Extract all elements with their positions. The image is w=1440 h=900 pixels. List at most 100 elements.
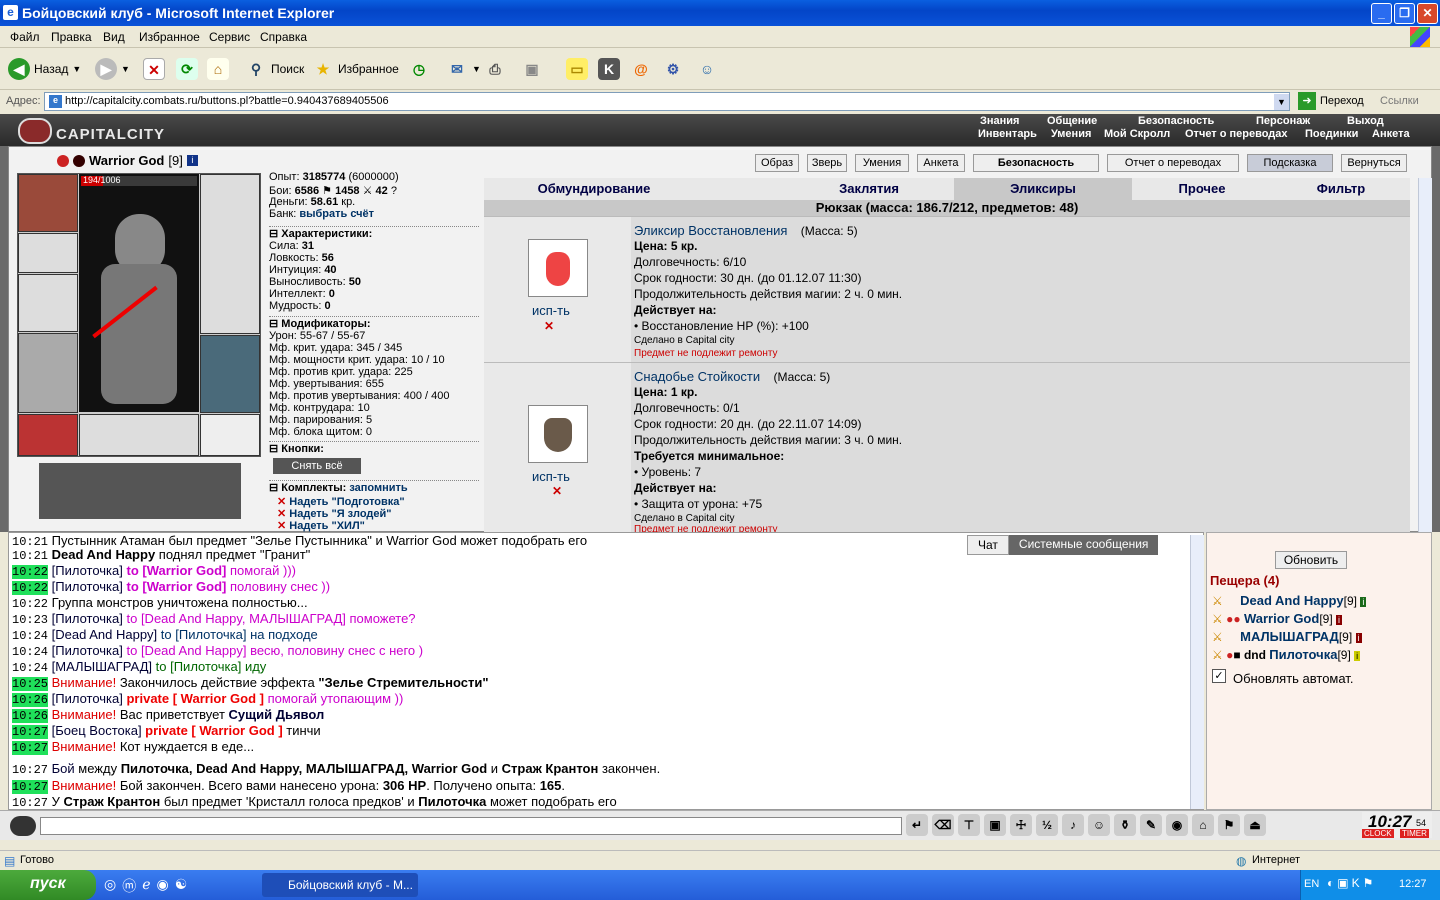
nav-character[interactable]: Персонаж	[1256, 115, 1310, 127]
tab-chat[interactable]: Чат	[967, 535, 1009, 555]
mail-icon[interactable]: ✉	[446, 58, 468, 80]
favorites-button[interactable]: ★ Избранное	[312, 58, 399, 80]
ie-quick-icon[interactable]: ℯ	[142, 876, 150, 896]
nav-social[interactable]: Общение	[1047, 115, 1097, 127]
menu-file[interactable]: Файл	[10, 30, 40, 44]
minimize-button[interactable]: _	[1371, 3, 1392, 24]
note-icon[interactable]: ▭	[566, 58, 588, 80]
remember-link[interactable]: запомнить	[349, 482, 407, 494]
bag-icon[interactable]: ⚱	[1114, 814, 1136, 836]
edit-icon[interactable]: ▣	[521, 58, 543, 80]
user-row[interactable]: ⚔ МАЛЫШАГРАД[9] i	[1212, 629, 1362, 644]
scroll-icon[interactable]: ✎	[1140, 814, 1162, 836]
tab-equipment[interactable]: Обмундирование	[484, 178, 704, 200]
image-button[interactable]: Образ	[755, 154, 799, 172]
user-row[interactable]: ⚔ ●■ dnd Пилоточка[9] i	[1212, 647, 1361, 662]
lock-icon[interactable]: ⌂	[1192, 814, 1214, 836]
user-row[interactable]: ⚔ ●● Warrior God[9] i	[1212, 611, 1342, 626]
nav-security[interactable]: Безопасность	[1138, 115, 1214, 127]
security-button[interactable]: Безопасность	[973, 154, 1099, 172]
belt-slot[interactable]	[18, 414, 78, 456]
quick-launch-2-icon[interactable]: ⓜ	[122, 876, 136, 896]
nav-skills[interactable]: Умения	[1051, 128, 1091, 140]
refresh-button[interactable]: Обновить	[1275, 551, 1347, 569]
item-name[interactable]: Снадобье Стойкости	[634, 369, 760, 384]
spell-slots[interactable]	[39, 463, 241, 519]
chat-input[interactable]	[40, 817, 902, 835]
menu-edit[interactable]: Правка	[51, 30, 92, 44]
music-icon[interactable]: ♪	[1062, 814, 1084, 836]
boots-slot[interactable]	[200, 414, 260, 456]
armor-slot[interactable]	[200, 335, 260, 413]
weapon-slot[interactable]	[18, 274, 78, 332]
nav-fights[interactable]: Поединки	[1305, 128, 1358, 140]
k-icon[interactable]: K	[598, 58, 620, 80]
address-dropdown-icon[interactable]: ▼	[1274, 94, 1289, 110]
skills-button[interactable]: Умения	[855, 154, 909, 172]
flag-icon[interactable]: ⚑	[1218, 814, 1240, 836]
eraser-icon[interactable]: ⌫	[932, 814, 954, 836]
chars-header[interactable]: ⊟ Характеристики:	[269, 226, 479, 240]
profile-button[interactable]: Анкета	[917, 154, 965, 172]
hint-button[interactable]: Подсказка	[1247, 154, 1333, 172]
delete-icon[interactable]: ✕	[544, 319, 554, 333]
menu-favorites[interactable]: Избранное	[139, 30, 200, 44]
tab-elixirs[interactable]: Эликсиры	[954, 178, 1132, 200]
helmet-slot[interactable]	[18, 174, 78, 232]
go-button[interactable]: ➜ Переход	[1298, 92, 1364, 110]
buttons-header[interactable]: ⊟ Кнопки:	[269, 441, 479, 455]
delete-icon[interactable]: ✕	[552, 484, 562, 498]
tray-icons[interactable]: ◐▣K⚑	[1327, 876, 1376, 890]
nav-knowledge[interactable]: Знания	[980, 115, 1019, 127]
home-icon[interactable]: ⌂	[207, 58, 229, 80]
tab-system-messages[interactable]: Системные сообщения	[1008, 535, 1159, 555]
nav-profile[interactable]: Анкета	[1372, 128, 1410, 140]
nav-scroll[interactable]: Мой Скролл	[1104, 128, 1170, 140]
mace-slot[interactable]	[18, 333, 78, 413]
user-row[interactable]: ⚔ Dead And Happy[9] i	[1212, 593, 1367, 608]
research-icon[interactable]: ⚙	[662, 58, 684, 80]
forward-button[interactable]: ▶ ▼	[95, 58, 130, 80]
speak-icon[interactable]	[10, 816, 36, 836]
menu-tools[interactable]: Сервис	[209, 30, 250, 44]
enter-icon[interactable]: ↵	[906, 814, 928, 836]
item-name[interactable]: Эликсир Восстановления	[634, 223, 787, 238]
at-icon[interactable]: @	[630, 58, 652, 80]
rings-slot[interactable]	[200, 174, 260, 334]
quick-launch-1-icon[interactable]: ◎	[104, 876, 116, 896]
pet-button[interactable]: Зверь	[807, 154, 847, 172]
address-input[interactable]: http://capitalcity.combats.ru/buttons.pl…	[44, 92, 1290, 111]
nav-inventory[interactable]: Инвентарь	[978, 128, 1037, 140]
bracers-slot[interactable]	[18, 233, 78, 273]
quick-launch-5-icon[interactable]: ☯	[175, 876, 188, 896]
chat-scrollbar[interactable]	[1190, 535, 1204, 809]
save-icon[interactable]: ▣	[984, 814, 1006, 836]
half-icon[interactable]: ½	[1036, 814, 1058, 836]
filter-icon[interactable]: ⊤	[958, 814, 980, 836]
maximize-button[interactable]: ❐	[1394, 3, 1415, 24]
set-link[interactable]: ✕ Надеть "ХИЛ"	[277, 519, 365, 532]
info-icon[interactable]: i	[186, 155, 198, 166]
media-icon[interactable]: ◉	[157, 876, 169, 896]
mods-header[interactable]: ⊟ Модификаторы:	[269, 316, 479, 330]
smile-icon[interactable]: ☺	[1088, 814, 1110, 836]
links-label[interactable]: Ссылки	[1380, 95, 1419, 107]
search-button[interactable]: ⚲ Поиск	[245, 58, 304, 80]
use-link[interactable]: исп-ть	[532, 469, 570, 484]
messenger-icon[interactable]: ☺	[696, 58, 718, 80]
close-button[interactable]: ✕	[1417, 3, 1438, 24]
start-button[interactable]: пуск	[0, 870, 96, 900]
return-button[interactable]: Вернуться	[1341, 154, 1407, 172]
sets-header[interactable]: ⊟ Комплекты: запомнить	[269, 480, 479, 494]
task-ie[interactable]: Бойцовский клуб - M...	[262, 873, 418, 897]
auto-refresh-checkbox[interactable]: ✓	[1212, 669, 1226, 683]
bank-link[interactable]: выбрать счёт	[299, 208, 374, 220]
refresh-icon[interactable]: ⟳	[176, 58, 198, 80]
transfer-report-button[interactable]: Отчет о переводах	[1107, 154, 1239, 172]
back-button[interactable]: ◀ Назад ▼	[8, 58, 81, 80]
pockets-slot[interactable]	[79, 414, 199, 456]
print-icon[interactable]: ⎙	[484, 58, 506, 80]
mask-icon[interactable]: ◉	[1166, 814, 1188, 836]
stop-icon[interactable]: ✕	[143, 58, 165, 80]
exit-icon[interactable]: ⏏	[1244, 814, 1266, 836]
